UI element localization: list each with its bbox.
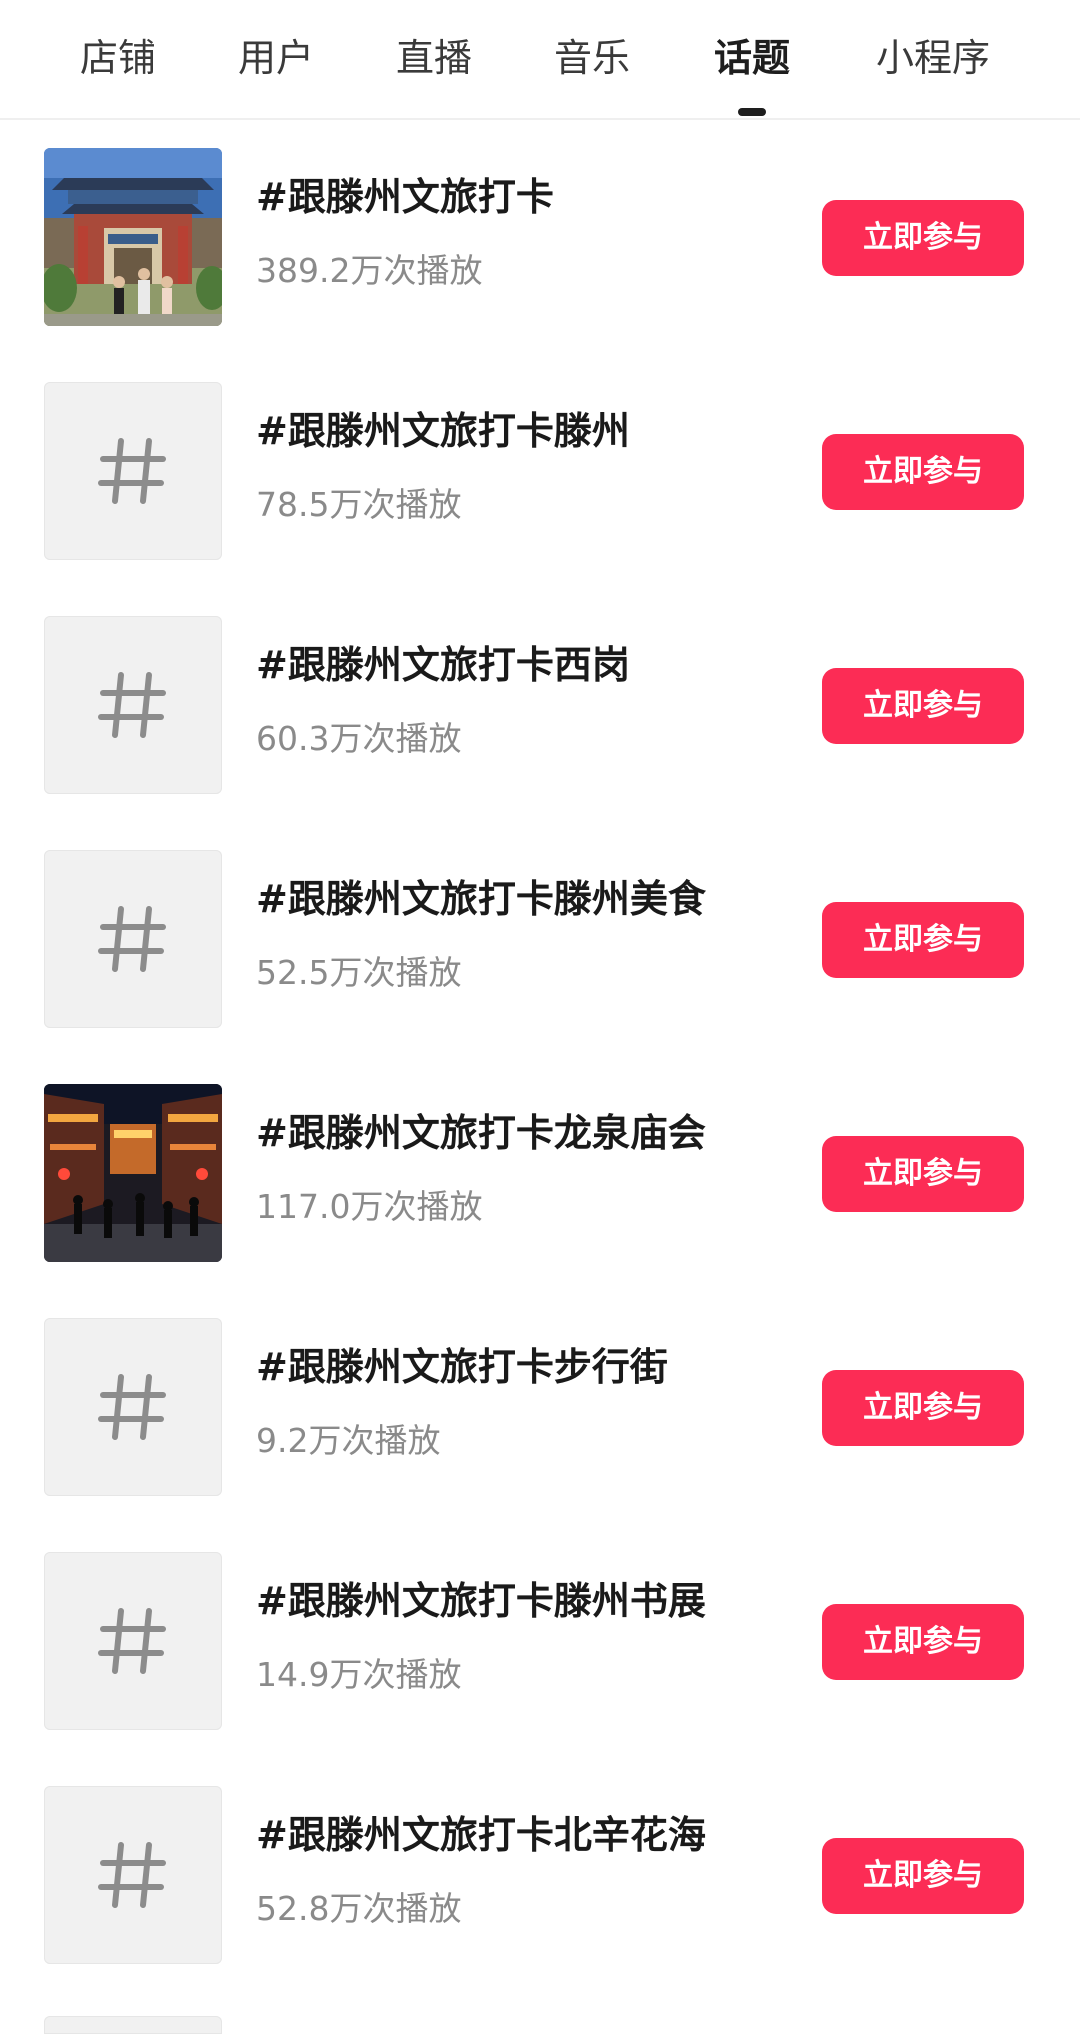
topic-title: #跟滕州文旅打卡滕州 (256, 409, 630, 453)
join-now-button[interactable]: 立即参与 (822, 1370, 1024, 1446)
topic-row[interactable]: #跟滕州文旅打卡龙泉庙会 117.0万次播放 立即参与 (0, 1056, 1080, 1290)
tab-bar: 店铺 用户 直播 音乐 话题 小程序 (0, 0, 1080, 120)
hashtag-icon (44, 850, 222, 1028)
topic-thumbnail (44, 382, 222, 560)
join-now-button[interactable]: 立即参与 (822, 200, 1024, 276)
topic-title: #跟滕州文旅打卡滕州书展 (256, 1579, 706, 1623)
topic-thumbnail (44, 148, 222, 326)
topic-play-count: 117.0万次播放 (256, 1187, 483, 1226)
hashtag-icon (44, 1786, 222, 1964)
topic-play-count: 52.8万次播放 (256, 1889, 462, 1928)
topic-thumbnail (44, 1084, 222, 1262)
topic-title: #跟滕州文旅打卡北辛花海 (256, 1813, 706, 1857)
topic-row[interactable]: #跟滕州文旅打卡滕州 78.5万次播放 立即参与 (0, 354, 1080, 588)
temple-gate-photo (44, 148, 222, 326)
topic-thumbnail (44, 850, 222, 1028)
tab-users[interactable]: 用户 (216, 28, 336, 88)
topic-title: #跟滕州文旅打卡步行街 (256, 1345, 668, 1389)
topic-row[interactable]: #跟滕州文旅打卡西岗 60.3万次播放 立即参与 (0, 588, 1080, 822)
join-now-button[interactable]: 立即参与 (822, 1838, 1024, 1914)
topic-play-count: 9.2万次播放 (256, 1421, 441, 1460)
hashtag-icon (44, 616, 222, 794)
active-tab-indicator (738, 108, 766, 116)
topic-play-count: 389.2万次播放 (256, 251, 483, 290)
topic-row[interactable]: #跟滕州文旅打卡滕州书展 14.9万次播放 立即参与 (0, 1524, 1080, 1758)
join-now-button[interactable]: 立即参与 (822, 902, 1024, 978)
night-street-photo (44, 1084, 222, 1262)
hashtag-icon (44, 1552, 222, 1730)
topic-thumbnail (44, 616, 222, 794)
join-now-button[interactable]: 立即参与 (822, 1604, 1024, 1680)
topic-play-count: 78.5万次播放 (256, 485, 462, 524)
topic-title: #跟滕州文旅打卡滕州美食 (256, 877, 706, 921)
topic-row[interactable]: #跟滕州文旅打卡 389.2万次播放 立即参与 (0, 120, 1080, 354)
tab-topics[interactable]: 话题 (692, 28, 812, 88)
join-now-button[interactable]: 立即参与 (822, 1136, 1024, 1212)
hashtag-icon (44, 1318, 222, 1496)
topic-play-count: 52.5万次播放 (256, 953, 462, 992)
topic-thumbnail (44, 1552, 222, 1730)
topic-row[interactable]: #跟滕州文旅打卡步行街 9.2万次播放 立即参与 (0, 1290, 1080, 1524)
topic-row[interactable]: #跟滕州文旅打卡北辛花海 52.8万次播放 立即参与 (0, 1758, 1080, 1992)
hashtag-icon (44, 382, 222, 560)
join-now-button[interactable]: 立即参与 (822, 434, 1024, 510)
topic-play-count: 60.3万次播放 (256, 719, 462, 758)
next-topic-thumbnail-partial (44, 2016, 222, 2034)
topic-title: #跟滕州文旅打卡西岗 (256, 643, 630, 687)
topic-play-count: 14.9万次播放 (256, 1655, 462, 1694)
topic-title: #跟滕州文旅打卡 (256, 175, 554, 219)
topic-row[interactable]: #跟滕州文旅打卡滕州美食 52.5万次播放 立即参与 (0, 822, 1080, 1056)
join-now-button[interactable]: 立即参与 (822, 668, 1024, 744)
tab-music[interactable]: 音乐 (532, 28, 652, 88)
tab-mini-programs[interactable]: 小程序 (858, 28, 1008, 88)
topic-thumbnail (44, 1318, 222, 1496)
topic-title: #跟滕州文旅打卡龙泉庙会 (256, 1111, 706, 1155)
topic-thumbnail (44, 1786, 222, 1964)
tab-shop[interactable]: 店铺 (58, 28, 178, 88)
tab-live[interactable]: 直播 (374, 28, 494, 88)
